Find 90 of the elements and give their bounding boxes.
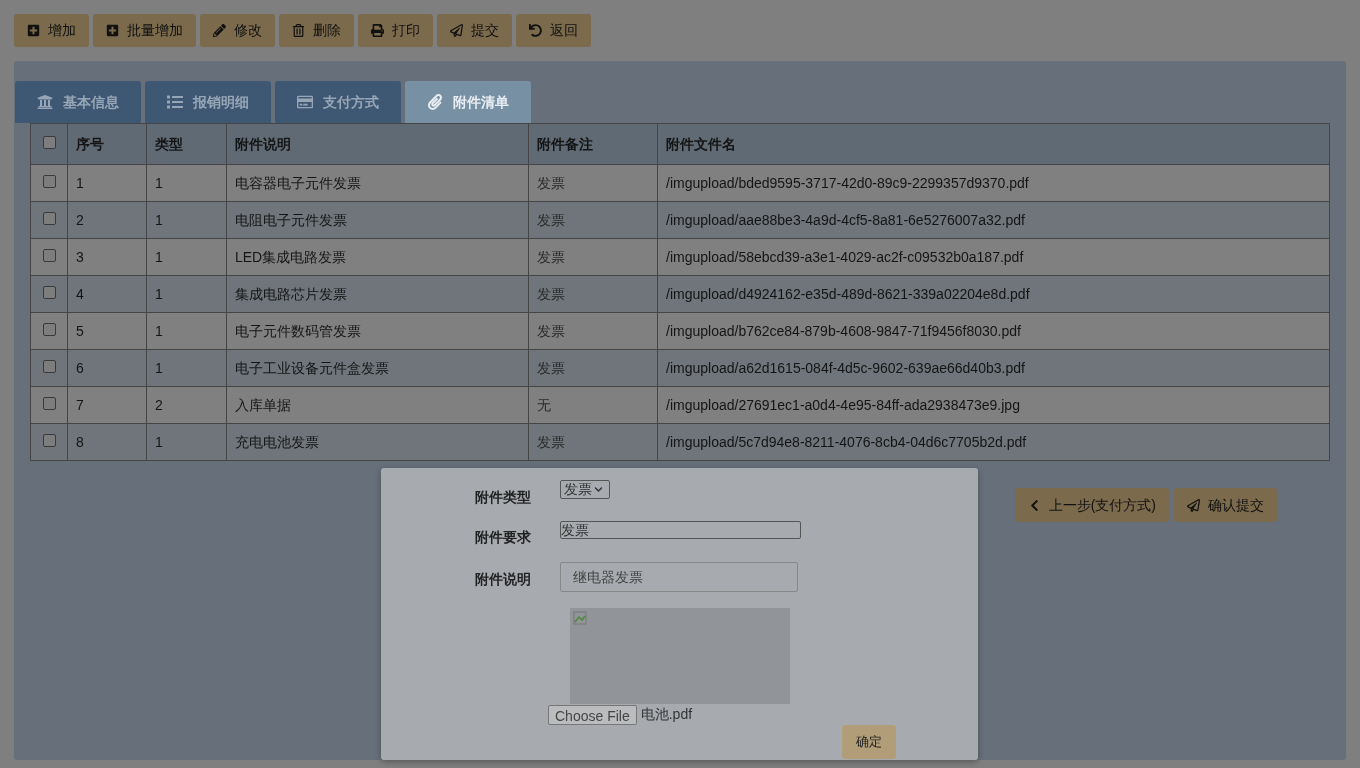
paperclip-icon (427, 94, 443, 110)
printer-icon (371, 24, 384, 37)
table-cell: 发票 (537, 174, 565, 191)
table-cell: 发票 (537, 285, 565, 302)
checkbox[interactable] (42, 248, 56, 262)
paper-plane-icon (450, 24, 463, 37)
table-cell: 发票 (537, 211, 565, 228)
table-cell: /imgupload/27691ec1-a0d4-4e95-84ff-ada2938473e9.jpg (666, 396, 1020, 413)
file-name: 电池.pdf (640, 705, 693, 724)
checkbox[interactable] (42, 433, 56, 447)
checkbox[interactable] (42, 359, 56, 373)
plus-icon (27, 24, 40, 37)
plus-icon (106, 24, 119, 37)
table-cell: 1 (155, 211, 163, 228)
table-cell: 7 (76, 396, 84, 413)
table-cell: 1 (155, 322, 163, 339)
toolbar-button[interactable]: 批量增加 (93, 14, 196, 47)
table-cell: 1 (155, 248, 163, 265)
table-cell: 1 (155, 285, 163, 302)
table-cell: 电阻电子元件发票 (235, 211, 347, 228)
table-cell: 4 (76, 285, 84, 302)
table-cell: 集成电路芯片发票 (235, 285, 347, 302)
bank-icon (37, 94, 53, 110)
column-header: 附件文件名 (666, 135, 736, 152)
column-header: 附件备注 (537, 135, 593, 152)
table-cell: 入库单据 (235, 396, 291, 413)
undo-icon (529, 24, 542, 37)
checkbox[interactable] (42, 396, 56, 410)
column-header: 附件说明 (235, 135, 291, 152)
checkbox[interactable] (42, 174, 56, 188)
table-cell: 1 (76, 174, 84, 191)
table-cell: /imgupload/b762ce84-879b-4608-9847-71f9456f8030.pdf (666, 322, 1021, 339)
table-cell: 发票 (537, 322, 565, 339)
field-label: 附件说明 (475, 570, 532, 589)
table-cell: 2 (76, 211, 84, 228)
confirm-button[interactable]: 确定 (842, 725, 896, 759)
pencil-icon (213, 24, 226, 37)
table-cell: 发票 (537, 433, 565, 450)
checkbox[interactable] (42, 211, 56, 225)
table-cell: /imgupload/5c7d94e8-8211-4076-8cb4-04d6c7705b2d.pdf (666, 433, 1027, 450)
footer-button[interactable]: 确认提交 (1174, 488, 1277, 522)
tab[interactable]: 基本信息 (15, 81, 141, 123)
toolbar-button[interactable]: 修改 (200, 14, 275, 47)
input-field[interactable]: 继电器发票 (560, 562, 798, 592)
table-cell: /imgupload/bded9595-3717-42d0-89c9-2299357d9370.pdf (666, 174, 1029, 191)
table-cell: /imgupload/58ebcd39-a3e1-4029-ac2f-c09532b0a187.pdf (666, 248, 1024, 265)
tab[interactable]: 支付方式 (275, 81, 401, 123)
trash-icon (292, 24, 305, 37)
table-cell: /imgupload/a62d1615-084f-4d5c-9602-639ae66d40b3.pdf (666, 359, 1025, 376)
table-cell: 5 (76, 322, 84, 339)
card-icon (297, 94, 313, 110)
field-label: 附件类型 (475, 488, 532, 507)
choose-file-button[interactable]: Choose File (548, 704, 637, 725)
table-cell: 1 (155, 359, 163, 376)
field-label: 附件要求 (475, 528, 532, 547)
column-header: 序号 (76, 135, 104, 152)
column-header: 类型 (155, 135, 183, 152)
paper-plane-icon (1187, 498, 1200, 512)
table-cell: 2 (155, 396, 163, 413)
checkbox[interactable] (42, 322, 56, 336)
table-cell: /imgupload/aae88be3-4a9d-4cf5-8a81-6e5276007a32.pdf (666, 211, 1025, 228)
tab[interactable]: 报销明细 (145, 81, 271, 123)
type-select[interactable]: 发票 (560, 480, 610, 499)
table-cell: 1 (155, 174, 163, 191)
table-cell: 充电电池发票 (235, 433, 319, 450)
toolbar-button[interactable]: 打印 (358, 14, 433, 47)
chevron-down-icon (594, 485, 603, 494)
toolbar-button[interactable]: 删除 (279, 14, 354, 47)
textarea-field[interactable]: 发票 (560, 521, 801, 539)
footer-button[interactable]: 上一步(支付方式) (1014, 488, 1169, 522)
tab[interactable]: 附件清单 (405, 81, 531, 123)
checkbox[interactable] (42, 135, 56, 149)
table-cell: 6 (76, 359, 84, 376)
table-cell: 8 (76, 433, 84, 450)
table-cell: 电容器电子元件发票 (235, 174, 361, 191)
toolbar-button[interactable]: 增加 (14, 14, 89, 47)
list-icon (167, 94, 183, 110)
table-cell: 无 (537, 396, 551, 413)
broken-image-icon (573, 611, 587, 625)
table-cell: 电子工业设备元件盒发票 (235, 359, 389, 376)
table-cell: /imgupload/d4924162-e35d-489d-8621-339a02204e8d.pdf (666, 285, 1030, 302)
table-cell: 3 (76, 248, 84, 265)
checkbox[interactable] (42, 285, 56, 299)
table-cell: 发票 (537, 359, 565, 376)
toolbar-button[interactable]: 返回 (516, 14, 591, 47)
table-cell: 电子元件数码管发票 (235, 322, 361, 339)
toolbar-button[interactable]: 提交 (437, 14, 512, 47)
table-cell: 发票 (537, 248, 565, 265)
table-cell: LED集成电路发票 (235, 248, 347, 265)
table-cell: 1 (155, 433, 163, 450)
